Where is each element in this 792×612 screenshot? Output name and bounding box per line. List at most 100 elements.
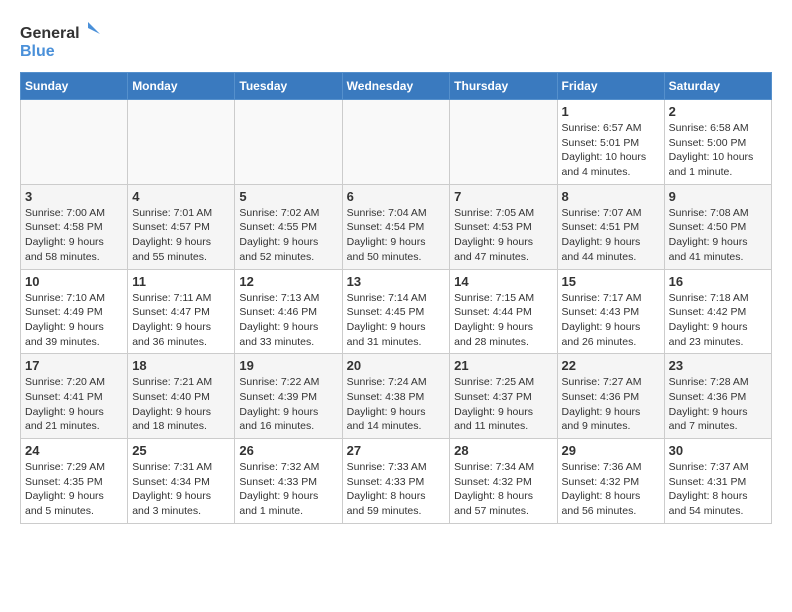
cell-content: Sunrise: 7:08 AM Sunset: 4:50 PM Dayligh… bbox=[669, 206, 767, 265]
calendar-cell: 15 Sunrise: 7:17 AM Sunset: 4:43 PM Dayli… bbox=[557, 269, 664, 354]
day-header-saturday: Saturday bbox=[664, 73, 771, 100]
day-number: 9 bbox=[669, 189, 767, 204]
cell-content: Sunrise: 7:21 AM Sunset: 4:40 PM Dayligh… bbox=[132, 375, 230, 434]
calendar-header-row: SundayMondayTuesdayWednesdayThursdayFrid… bbox=[21, 73, 772, 100]
day-number: 1 bbox=[562, 104, 660, 119]
cell-content: Sunrise: 7:25 AM Sunset: 4:37 PM Dayligh… bbox=[454, 375, 552, 434]
calendar-cell bbox=[235, 100, 342, 185]
header: GeneralBlue bbox=[20, 20, 772, 62]
calendar-cell: 3 Sunrise: 7:00 AM Sunset: 4:58 PM Daylig… bbox=[21, 184, 128, 269]
cell-content: Sunrise: 7:24 AM Sunset: 4:38 PM Dayligh… bbox=[347, 375, 446, 434]
day-number: 3 bbox=[25, 189, 123, 204]
cell-content: Sunrise: 7:22 AM Sunset: 4:39 PM Dayligh… bbox=[239, 375, 337, 434]
cell-content: Sunrise: 7:28 AM Sunset: 4:36 PM Dayligh… bbox=[669, 375, 767, 434]
calendar-cell: 10 Sunrise: 7:10 AM Sunset: 4:49 PM Dayli… bbox=[21, 269, 128, 354]
logo: GeneralBlue bbox=[20, 20, 100, 62]
day-number: 28 bbox=[454, 443, 552, 458]
day-number: 11 bbox=[132, 274, 230, 289]
day-number: 6 bbox=[347, 189, 446, 204]
calendar-cell: 24Sunrise: 7:29 AM Sunset: 4:35 PM Dayli… bbox=[21, 439, 128, 524]
cell-content: Sunrise: 7:17 AM Sunset: 4:43 PM Dayligh… bbox=[562, 291, 660, 350]
calendar-cell: 7 Sunrise: 7:05 AM Sunset: 4:53 PM Daylig… bbox=[450, 184, 557, 269]
cell-content: Sunrise: 6:58 AM Sunset: 5:00 PM Dayligh… bbox=[669, 121, 767, 180]
calendar-cell: 29 Sunrise: 7:36 AM Sunset: 4:32 PM Dayli… bbox=[557, 439, 664, 524]
cell-content: Sunrise: 7:31 AM Sunset: 4:34 PM Dayligh… bbox=[132, 460, 230, 519]
cell-content: Sunrise: 7:10 AM Sunset: 4:49 PM Dayligh… bbox=[25, 291, 123, 350]
calendar-week-row: 1 Sunrise: 6:57 AM Sunset: 5:01 PM Daylig… bbox=[21, 100, 772, 185]
day-number: 16 bbox=[669, 274, 767, 289]
day-number: 5 bbox=[239, 189, 337, 204]
day-number: 10 bbox=[25, 274, 123, 289]
cell-content: Sunrise: 7:18 AM Sunset: 4:42 PM Dayligh… bbox=[669, 291, 767, 350]
day-header-wednesday: Wednesday bbox=[342, 73, 450, 100]
calendar-cell: 14 Sunrise: 7:15 AM Sunset: 4:44 PM Dayli… bbox=[450, 269, 557, 354]
calendar-cell: 21 Sunrise: 7:25 AM Sunset: 4:37 PM Dayli… bbox=[450, 354, 557, 439]
cell-content: Sunrise: 7:04 AM Sunset: 4:54 PM Dayligh… bbox=[347, 206, 446, 265]
day-header-tuesday: Tuesday bbox=[235, 73, 342, 100]
calendar-cell bbox=[450, 100, 557, 185]
day-number: 23 bbox=[669, 358, 767, 373]
calendar-cell: 18Sunrise: 7:21 AM Sunset: 4:40 PM Dayli… bbox=[128, 354, 235, 439]
day-number: 26 bbox=[239, 443, 337, 458]
cell-content: Sunrise: 7:37 AM Sunset: 4:31 PM Dayligh… bbox=[669, 460, 767, 519]
day-number: 21 bbox=[454, 358, 552, 373]
cell-content: Sunrise: 7:15 AM Sunset: 4:44 PM Dayligh… bbox=[454, 291, 552, 350]
day-number: 12 bbox=[239, 274, 337, 289]
calendar-cell: 20 Sunrise: 7:24 AM Sunset: 4:38 PM Dayli… bbox=[342, 354, 450, 439]
cell-content: Sunrise: 7:14 AM Sunset: 4:45 PM Dayligh… bbox=[347, 291, 446, 350]
calendar-table: SundayMondayTuesdayWednesdayThursdayFrid… bbox=[20, 72, 772, 524]
day-number: 7 bbox=[454, 189, 552, 204]
day-number: 24 bbox=[25, 443, 123, 458]
day-number: 20 bbox=[347, 358, 446, 373]
calendar-cell: 12 Sunrise: 7:13 AM Sunset: 4:46 PM Dayli… bbox=[235, 269, 342, 354]
calendar-cell: 19 Sunrise: 7:22 AM Sunset: 4:39 PM Dayli… bbox=[235, 354, 342, 439]
cell-content: Sunrise: 7:20 AM Sunset: 4:41 PM Dayligh… bbox=[25, 375, 123, 434]
day-number: 30 bbox=[669, 443, 767, 458]
cell-content: Sunrise: 7:33 AM Sunset: 4:33 PM Dayligh… bbox=[347, 460, 446, 519]
cell-content: Sunrise: 7:11 AM Sunset: 4:47 PM Dayligh… bbox=[132, 291, 230, 350]
day-header-sunday: Sunday bbox=[21, 73, 128, 100]
calendar-cell bbox=[21, 100, 128, 185]
calendar-cell: 23 Sunrise: 7:28 AM Sunset: 4:36 PM Dayli… bbox=[664, 354, 771, 439]
cell-content: Sunrise: 7:00 AM Sunset: 4:58 PM Dayligh… bbox=[25, 206, 123, 265]
calendar-cell bbox=[342, 100, 450, 185]
cell-content: Sunrise: 7:36 AM Sunset: 4:32 PM Dayligh… bbox=[562, 460, 660, 519]
cell-content: Sunrise: 7:01 AM Sunset: 4:57 PM Dayligh… bbox=[132, 206, 230, 265]
calendar-cell: 22Sunrise: 7:27 AM Sunset: 4:36 PM Dayli… bbox=[557, 354, 664, 439]
calendar-cell: 27 Sunrise: 7:33 AM Sunset: 4:33 PM Dayli… bbox=[342, 439, 450, 524]
calendar-cell: 5 Sunrise: 7:02 AM Sunset: 4:55 PM Daylig… bbox=[235, 184, 342, 269]
calendar-cell: 2Sunrise: 6:58 AM Sunset: 5:00 PM Daylig… bbox=[664, 100, 771, 185]
calendar-cell: 9 Sunrise: 7:08 AM Sunset: 4:50 PM Daylig… bbox=[664, 184, 771, 269]
day-number: 15 bbox=[562, 274, 660, 289]
day-number: 4 bbox=[132, 189, 230, 204]
cell-content: Sunrise: 6:57 AM Sunset: 5:01 PM Dayligh… bbox=[562, 121, 660, 180]
calendar-cell: 26 Sunrise: 7:32 AM Sunset: 4:33 PM Dayli… bbox=[235, 439, 342, 524]
calendar-cell: 17Sunrise: 7:20 AM Sunset: 4:41 PM Dayli… bbox=[21, 354, 128, 439]
calendar-week-row: 17Sunrise: 7:20 AM Sunset: 4:41 PM Dayli… bbox=[21, 354, 772, 439]
calendar-cell: 6 Sunrise: 7:04 AM Sunset: 4:54 PM Daylig… bbox=[342, 184, 450, 269]
day-number: 19 bbox=[239, 358, 337, 373]
cell-content: Sunrise: 7:02 AM Sunset: 4:55 PM Dayligh… bbox=[239, 206, 337, 265]
day-number: 14 bbox=[454, 274, 552, 289]
cell-content: Sunrise: 7:32 AM Sunset: 4:33 PM Dayligh… bbox=[239, 460, 337, 519]
calendar-cell: 1 Sunrise: 6:57 AM Sunset: 5:01 PM Daylig… bbox=[557, 100, 664, 185]
day-number: 27 bbox=[347, 443, 446, 458]
calendar-cell: 8 Sunrise: 7:07 AM Sunset: 4:51 PM Daylig… bbox=[557, 184, 664, 269]
calendar-week-row: 24Sunrise: 7:29 AM Sunset: 4:35 PM Dayli… bbox=[21, 439, 772, 524]
cell-content: Sunrise: 7:13 AM Sunset: 4:46 PM Dayligh… bbox=[239, 291, 337, 350]
calendar-cell: 16 Sunrise: 7:18 AM Sunset: 4:42 PM Dayli… bbox=[664, 269, 771, 354]
calendar-week-row: 3 Sunrise: 7:00 AM Sunset: 4:58 PM Daylig… bbox=[21, 184, 772, 269]
calendar-cell: 13Sunrise: 7:14 AM Sunset: 4:45 PM Dayli… bbox=[342, 269, 450, 354]
day-number: 29 bbox=[562, 443, 660, 458]
cell-content: Sunrise: 7:05 AM Sunset: 4:53 PM Dayligh… bbox=[454, 206, 552, 265]
calendar-cell: 28Sunrise: 7:34 AM Sunset: 4:32 PM Dayli… bbox=[450, 439, 557, 524]
day-header-monday: Monday bbox=[128, 73, 235, 100]
calendar-cell: 25Sunrise: 7:31 AM Sunset: 4:34 PM Dayli… bbox=[128, 439, 235, 524]
day-header-thursday: Thursday bbox=[450, 73, 557, 100]
svg-text:General: General bbox=[20, 25, 80, 42]
calendar-cell: 11 Sunrise: 7:11 AM Sunset: 4:47 PM Dayli… bbox=[128, 269, 235, 354]
cell-content: Sunrise: 7:07 AM Sunset: 4:51 PM Dayligh… bbox=[562, 206, 660, 265]
calendar-cell: 4 Sunrise: 7:01 AM Sunset: 4:57 PM Daylig… bbox=[128, 184, 235, 269]
day-number: 8 bbox=[562, 189, 660, 204]
cell-content: Sunrise: 7:27 AM Sunset: 4:36 PM Dayligh… bbox=[562, 375, 660, 434]
